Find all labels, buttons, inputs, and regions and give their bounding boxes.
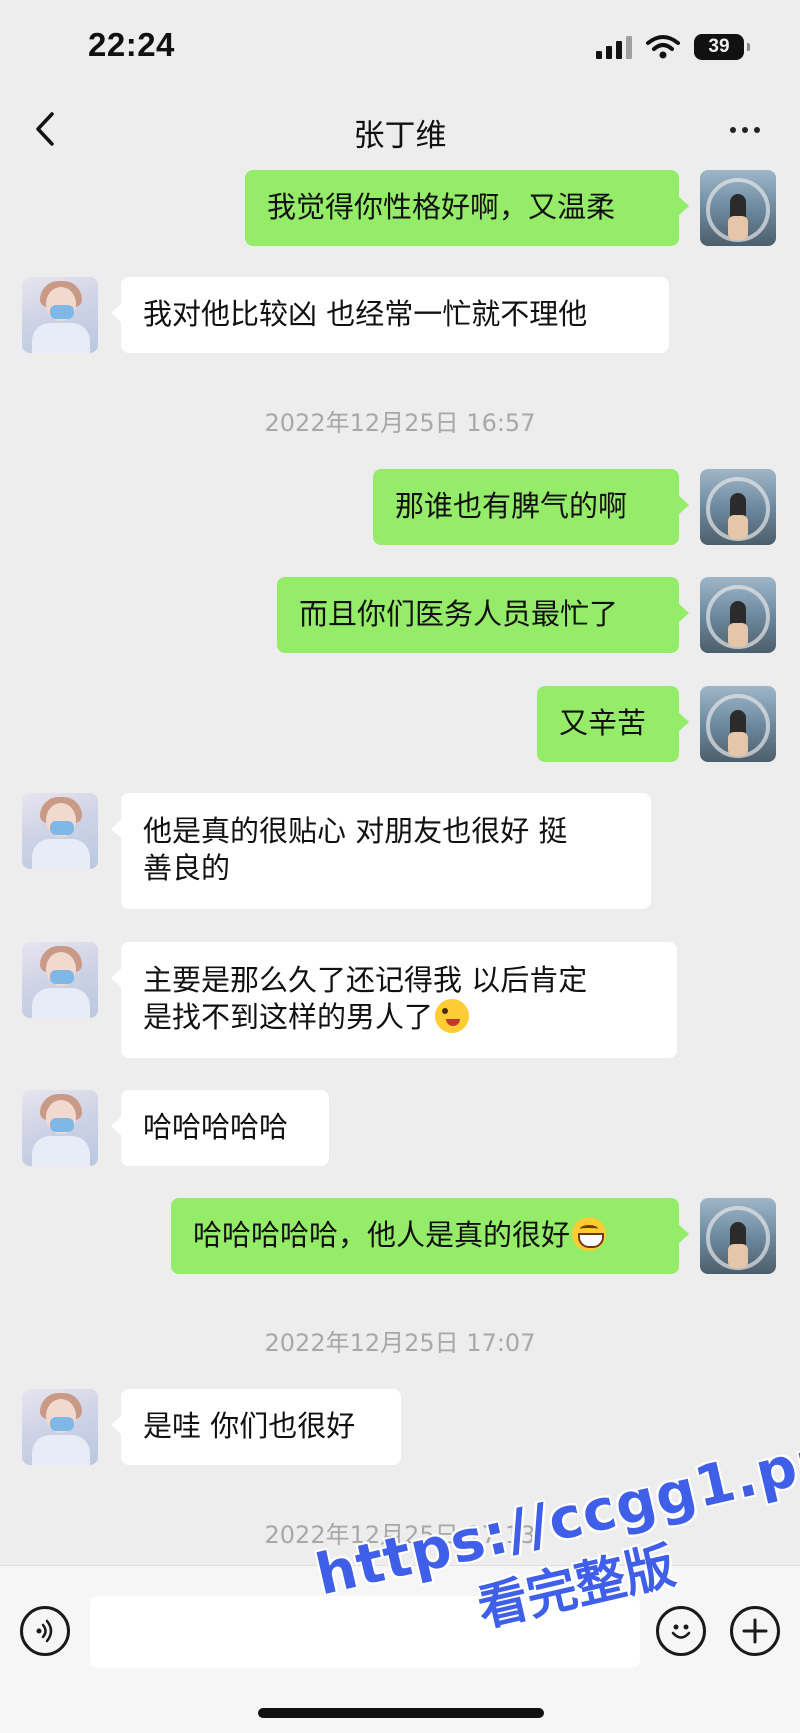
message-bubble[interactable]: 我觉得你性格好啊，又温柔 — [245, 170, 689, 246]
home-indicator[interactable] — [258, 1708, 544, 1718]
voice-input-button[interactable] — [20, 1606, 70, 1656]
message-text: 又辛苦 — [559, 706, 647, 740]
contact-avatar[interactable] — [22, 1389, 98, 1465]
message-bubble[interactable]: 哈哈哈哈哈，他人是真的很好 — [171, 1198, 689, 1274]
message-bubble[interactable]: 主要是那么久了还记得我 以后肯定 是找不到这样的男人了 — [111, 942, 677, 1058]
my-avatar[interactable] — [700, 686, 776, 762]
woozy-face-icon — [435, 999, 470, 1033]
message-text: 是哇 你们也很好 — [143, 1409, 356, 1443]
smiley-icon — [671, 1624, 691, 1639]
my-avatar[interactable] — [700, 577, 776, 653]
message-text: 那谁也有脾气的啊 — [395, 489, 628, 523]
message-bubble[interactable]: 他是真的很贴心 对朋友也很好 挺 善良的 — [111, 793, 651, 909]
emoji-button[interactable] — [656, 1606, 706, 1656]
message-text: 哈哈哈哈哈，他人是真的很好 — [193, 1218, 571, 1252]
message-text: 是找不到这样的男人了 — [143, 1000, 434, 1034]
message-text: 我对他比较凶 也经常一忙就不理他 — [143, 297, 588, 331]
message-text: 我觉得你性格好啊，又温柔 — [267, 190, 616, 224]
contact-avatar[interactable] — [22, 793, 98, 869]
grinning-face-icon — [572, 1217, 607, 1251]
my-avatar[interactable] — [700, 170, 776, 246]
timestamp: 2022年12月25日 17:07 — [264, 1329, 536, 1357]
message-text-line: 善良的 — [143, 851, 231, 885]
message-text-line: 是找不到这样的男人了 — [143, 999, 655, 1036]
message-bubble[interactable]: 那谁也有脾气的啊 — [373, 469, 689, 545]
contact-avatar[interactable] — [22, 1090, 98, 1166]
voice-icon — [36, 1619, 53, 1643]
my-avatar[interactable] — [700, 469, 776, 545]
message-bubble[interactable]: 我对他比较凶 也经常一忙就不理他 — [111, 277, 669, 353]
message-text: 而且你们医务人员最忙了 — [299, 597, 619, 631]
my-avatar[interactable] — [700, 1198, 776, 1274]
plus-icon — [742, 1618, 768, 1644]
contact-avatar[interactable] — [22, 277, 98, 353]
message-bubble[interactable]: 又辛苦 — [537, 686, 689, 762]
message-text: 哈哈哈哈哈 — [143, 1110, 289, 1144]
message-bubble[interactable]: 而且你们医务人员最忙了 — [277, 577, 689, 653]
message-bubble[interactable]: 是哇 你们也很好 — [111, 1389, 401, 1465]
message-text-line: 他是真的很贴心 对朋友也很好 挺 — [143, 814, 568, 848]
chat-history[interactable]: 我觉得你性格好啊，又温柔 我对他比较凶 也经常一忙就不理他 2022年12月25… — [0, 0, 800, 1565]
message-bubble[interactable]: 哈哈哈哈哈 — [111, 1090, 329, 1166]
contact-avatar[interactable] — [22, 942, 98, 1018]
message-text-line: 哈哈哈哈哈，他人是真的很好 — [193, 1217, 657, 1254]
more-actions-button[interactable] — [730, 1606, 780, 1656]
timestamp: 2022年12月25日 16:57 — [264, 409, 536, 437]
message-text-line: 主要是那么久了还记得我 以后肯定 — [143, 963, 588, 997]
